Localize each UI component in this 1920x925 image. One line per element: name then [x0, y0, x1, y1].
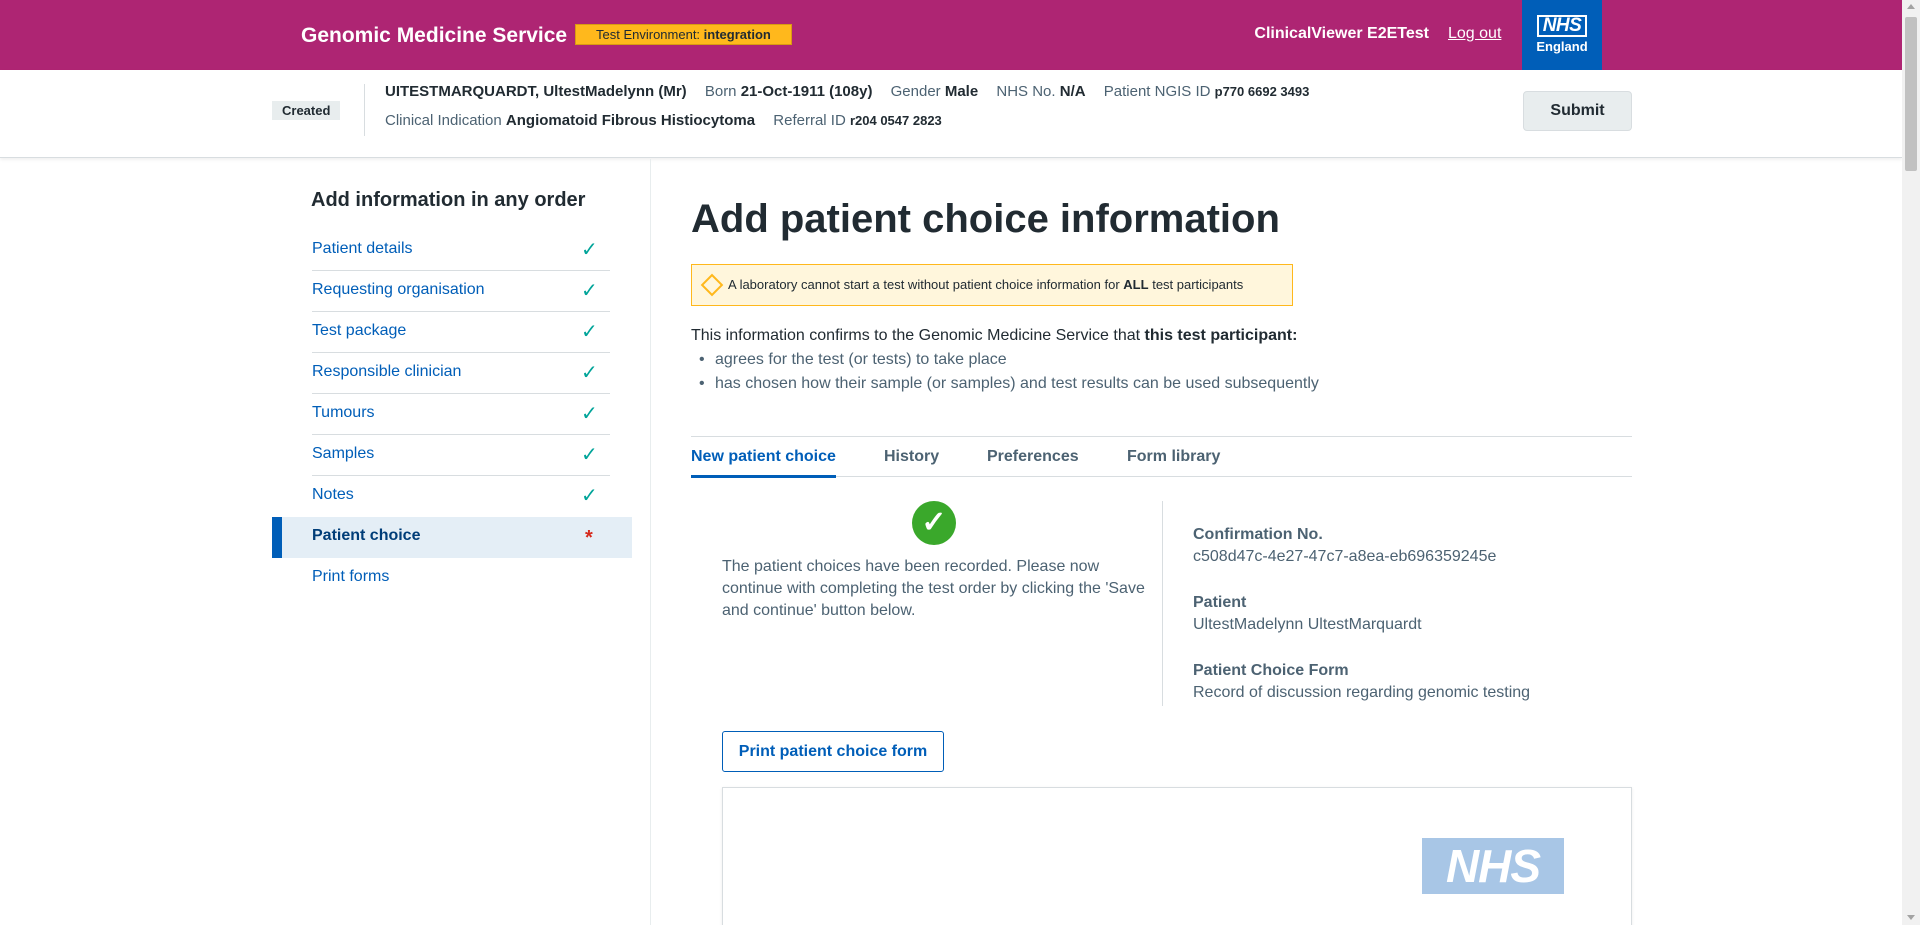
sidebar-item-print-forms[interactable]: Print forms — [272, 558, 632, 599]
list-item: has chosen how their sample (or samples)… — [699, 374, 1319, 398]
born-label: Born — [704, 83, 737, 100]
gender-value: Male — [944, 83, 979, 100]
nhs-england-logo: NHS England — [1522, 0, 1602, 70]
warning-text-emphasis: ALL — [1123, 277, 1149, 292]
patient-name: UITESTMARQUARDT, UltestMadelynn (Mr) — [385, 83, 687, 100]
scroll-down-arrow-icon[interactable] — [1907, 915, 1915, 920]
patient-summary-line: UITESTMARQUARDT, UltestMadelynn (Mr) Bor… — [385, 83, 1309, 100]
sidebar-item-label[interactable]: Test package — [312, 322, 406, 340]
born-value: 21-Oct-1911 (108y) — [740, 83, 873, 100]
warning-text-start: A laboratory cannot start a test without… — [728, 277, 1120, 292]
check-icon: ✓ — [581, 239, 598, 261]
nhs-logo-region: England — [1536, 39, 1588, 54]
required-asterisk-icon: * — [585, 527, 593, 549]
check-icon: ✓ — [581, 403, 598, 425]
warning-text: A laboratory cannot start a test without… — [728, 265, 1243, 305]
sidebar-item-label[interactable]: Samples — [312, 445, 374, 463]
sidebar-item-label[interactable]: Print forms — [312, 568, 389, 586]
warning-text-end: test participants — [1152, 277, 1244, 292]
sidebar-item-test-package[interactable]: Test package ✓ — [272, 312, 632, 353]
submit-button[interactable]: Submit — [1523, 91, 1632, 131]
patient-info: Patient UltestMadelynn UltestMarquardt — [1193, 594, 1422, 638]
banner-divider — [364, 84, 365, 136]
sidebar-item-label[interactable]: Responsible clinician — [312, 363, 461, 381]
sidebar-item-patient-details[interactable]: Patient details ✓ — [272, 230, 632, 271]
nhs-number-label: NHS No. — [996, 83, 1056, 100]
section-divider — [1162, 501, 1163, 706]
sidebar-item-notes[interactable]: Notes ✓ — [272, 476, 632, 517]
sidebar-item-samples[interactable]: Samples ✓ — [272, 435, 632, 476]
confirmation-number-label: Confirmation No. — [1193, 526, 1323, 543]
nhs-logo-mark: NHS — [1537, 15, 1587, 37]
referral-id-label: Referral ID — [773, 112, 846, 129]
confirmation-number-value: c508d47c-4e27-47c7-a8ea-eb696359245e — [1193, 548, 1497, 565]
patient-label: Patient — [1193, 594, 1247, 611]
sidebar-item-label[interactable]: Tumours — [312, 404, 375, 422]
tab-bar: New patient choice History Preferences F… — [691, 436, 1632, 478]
patient-choice-form-value: Record of discussion regarding genomic t… — [1193, 684, 1531, 701]
patient-choice-form-info: Patient Choice Form Record of discussion… — [1193, 662, 1530, 706]
patient-banner: Created UITESTMARQUARDT, UltestMadelynn … — [0, 70, 1902, 158]
warning-icon — [700, 273, 724, 297]
tab-history[interactable]: History — [884, 448, 939, 466]
sidebar-item-tumours[interactable]: Tumours ✓ — [272, 394, 632, 435]
logout-link[interactable]: Log out — [1448, 25, 1501, 43]
environment-value: integration — [703, 27, 771, 42]
check-icon: ✓ — [581, 280, 598, 302]
intro-text: This information confirms to the Genomic… — [691, 327, 1297, 345]
sidebar-item-responsible-clinician[interactable]: Responsible clinician ✓ — [272, 353, 632, 394]
ngis-id-label: Patient NGIS ID — [1103, 83, 1211, 100]
check-icon: ✓ — [581, 362, 598, 384]
check-icon: ✓ — [581, 444, 598, 466]
print-patient-choice-form-button[interactable]: Print patient choice form — [722, 731, 944, 772]
nhs-logo: NHS — [1422, 838, 1564, 894]
intro-text-emphasis: this test participant: — [1144, 327, 1298, 344]
referral-summary-line: Clinical Indication Angiomatoid Fibrous … — [385, 112, 942, 129]
check-icon: ✓ — [581, 485, 598, 507]
page-scrollbar[interactable] — [1902, 0, 1920, 925]
environment-label: Test Environment: — [596, 27, 701, 42]
nhs-number-value: N/A — [1059, 83, 1086, 100]
warning-callout: A laboratory cannot start a test without… — [691, 264, 1293, 306]
sidebar-item-label[interactable]: Notes — [312, 486, 354, 504]
gender-label: Gender — [890, 83, 941, 100]
clinical-indication-label: Clinical Indication — [385, 112, 502, 129]
environment-badge: Test Environment: integration — [575, 24, 792, 45]
scroll-up-arrow-icon[interactable] — [1907, 4, 1915, 9]
status-badge: Created — [272, 101, 341, 120]
sidebar-title: Add information in any order — [311, 189, 586, 211]
page-title: Add patient choice information — [691, 197, 1280, 241]
active-indicator — [272, 517, 282, 558]
clinical-indication-value: Angiomatoid Fibrous Histiocytoma — [505, 112, 756, 129]
sidebar-item-label[interactable]: Patient choice — [312, 527, 420, 545]
intro-bullet-list: agrees for the test (or tests) to take p… — [699, 350, 1319, 398]
sidebar-item-patient-choice[interactable]: Patient choice * — [272, 517, 632, 558]
referral-id-value: r204 0547 2823 — [849, 113, 942, 128]
patient-choice-form-label: Patient Choice Form — [1193, 662, 1349, 679]
form-preview: NHS — [722, 787, 1632, 925]
list-item: agrees for the test (or tests) to take p… — [699, 350, 1319, 374]
patient-value: UltestMadelynn UltestMarquardt — [1193, 616, 1422, 633]
ngis-id-value: p770 6692 3493 — [1214, 84, 1310, 99]
intro-text-start: This information confirms to the Genomic… — [691, 327, 1141, 344]
check-icon: ✓ — [581, 321, 598, 343]
sidebar-item-label[interactable]: Patient details — [312, 240, 413, 258]
success-message: The patient choices have been recorded. … — [722, 558, 1145, 619]
success-check-icon: ✓ — [912, 501, 956, 545]
tab-form-library[interactable]: Form library — [1127, 448, 1220, 466]
top-header: Genomic Medicine Service Test Environmen… — [0, 0, 1902, 70]
sidebar-item-requesting-organisation[interactable]: Requesting organisation ✓ — [272, 271, 632, 312]
confirmation-number: Confirmation No. c508d47c-4e27-47c7-a8ea… — [1193, 526, 1496, 570]
sidebar: Add information in any order Patient det… — [0, 159, 651, 925]
sidebar-nav: Patient details ✓ Requesting organisatio… — [272, 230, 632, 599]
tab-preferences[interactable]: Preferences — [987, 448, 1079, 466]
user-name: ClinicalViewer E2ETest — [1254, 25, 1429, 42]
tab-new-patient-choice[interactable]: New patient choice — [691, 448, 836, 478]
scrollbar-thumb[interactable] — [1905, 17, 1917, 171]
sidebar-item-label[interactable]: Requesting organisation — [312, 281, 485, 299]
service-name: Genomic Medicine Service — [301, 24, 568, 47]
